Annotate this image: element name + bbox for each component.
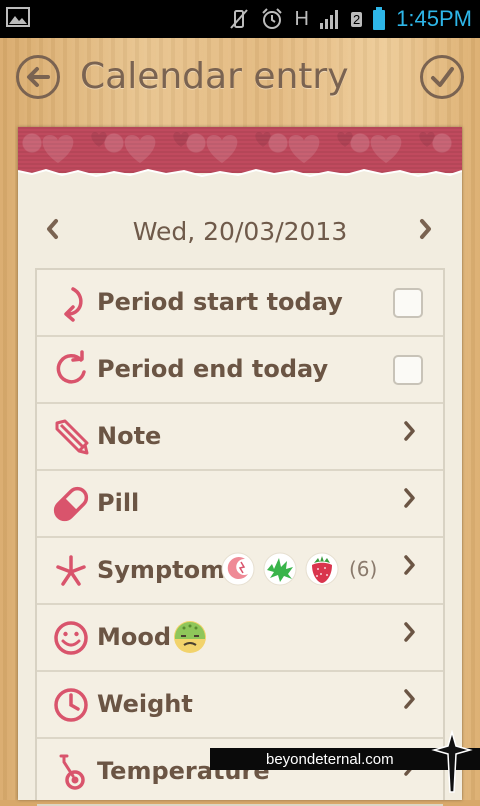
chevron-right-icon: [404, 689, 415, 709]
symptom-icons: (6): [221, 552, 377, 586]
selected-date[interactable]: Wed, 20/03/2013: [18, 217, 462, 246]
list-item-period-start[interactable]: Period start today: [37, 270, 443, 337]
row-label: Symptom: [97, 556, 226, 584]
sim-badge: 2: [350, 11, 363, 27]
clock-icon: [54, 688, 88, 722]
smiley-icon: [54, 621, 88, 655]
signal-icon: [319, 10, 338, 29]
period-end-icon: [56, 350, 86, 384]
list-item-mood[interactable]: Mood: [37, 605, 443, 672]
status-time: 1:45PM: [396, 6, 472, 31]
period-end-checkbox[interactable]: [393, 355, 423, 385]
arrow-left-icon: [27, 67, 50, 87]
gallery-icon: [6, 7, 30, 27]
status-bar: H 2 1:45PM: [0, 0, 480, 38]
page-title: Calendar entry: [80, 56, 349, 97]
cramp-symptom-icon: [221, 552, 255, 586]
list-item-period-end[interactable]: Period end today: [37, 337, 443, 404]
entry-list: Period start today Period end today Note…: [35, 268, 445, 806]
chevron-right-icon: [420, 219, 431, 239]
chevron-right-icon: [404, 488, 415, 508]
row-label: Note: [97, 422, 162, 450]
row-label: Pill: [97, 489, 140, 517]
period-start-checkbox[interactable]: [393, 288, 423, 318]
sick-mood-icon: [174, 621, 206, 653]
thermometer-icon: [59, 754, 85, 790]
pencil-icon: [55, 419, 89, 455]
date-navigation: Wed, 20/03/2013: [18, 205, 462, 259]
asterisk-icon: [56, 555, 86, 586]
headache-symptom-icon: [263, 552, 297, 586]
confirm-button[interactable]: [420, 55, 464, 99]
strawberry-symptom-icon: [305, 552, 339, 586]
next-day-button[interactable]: [418, 215, 434, 248]
list-item-symptom[interactable]: Symptom (6): [37, 538, 443, 605]
network-type-label: H: [294, 7, 309, 30]
torn-paper-edge: [18, 168, 462, 183]
row-label: Weight: [97, 690, 193, 718]
chevron-right-icon: [404, 421, 415, 441]
list-item-weight[interactable]: Weight: [37, 672, 443, 739]
row-label: Period start today: [97, 288, 343, 316]
alarm-icon: [262, 8, 283, 29]
checkmark-icon: [431, 67, 454, 87]
chevron-right-icon: [404, 555, 415, 575]
status-icons: H 2 1:45PM: [228, 0, 472, 38]
battery-icon: [373, 7, 386, 30]
chevron-right-icon: [404, 622, 415, 642]
back-button[interactable]: [16, 55, 60, 99]
pill-icon: [53, 486, 89, 522]
watermark-text: beyondeternal.com: [266, 750, 394, 768]
row-label: Mood: [97, 623, 172, 651]
list-item-note[interactable]: Note: [37, 404, 443, 471]
row-label: Period end today: [97, 355, 329, 383]
period-start-icon: [64, 287, 83, 322]
list-item-pill[interactable]: Pill: [37, 471, 443, 538]
cross-logo-icon: [431, 730, 473, 793]
symptom-count: (6): [349, 557, 378, 581]
vibrate-off-icon: [230, 9, 249, 29]
app-header: Calendar entry: [0, 38, 480, 122]
